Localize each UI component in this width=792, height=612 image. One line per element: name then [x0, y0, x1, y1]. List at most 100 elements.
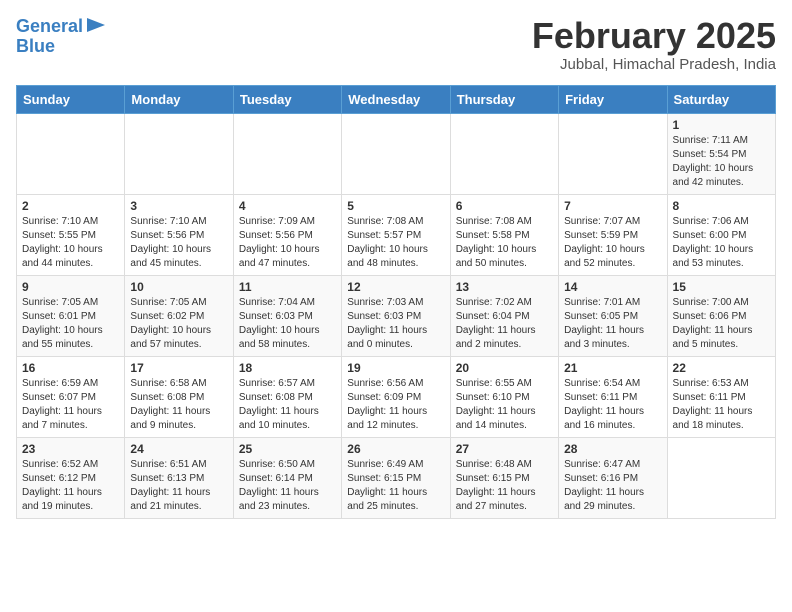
calendar-header-row: SundayMondayTuesdayWednesdayThursdayFrid…	[17, 85, 776, 113]
day-info: Sunrise: 7:10 AM Sunset: 5:56 PM Dayligh…	[130, 215, 227, 271]
calendar-week-row: 2 Sunrise: 7:10 AM Sunset: 5:55 PM Daylig…	[17, 194, 776, 275]
calendar-cell: 8 Sunrise: 7:06 AM Sunset: 6:00 PM Daylig…	[667, 194, 775, 275]
day-info: Sunrise: 6:59 AM Sunset: 6:07 PM Dayligh…	[22, 377, 119, 433]
day-number: 18	[239, 361, 336, 375]
day-info: Sunrise: 6:54 AM Sunset: 6:11 PM Dayligh…	[564, 377, 661, 433]
day-number: 16	[22, 361, 119, 375]
day-number: 24	[130, 442, 227, 456]
calendar-day-header: Tuesday	[233, 85, 341, 113]
calendar-cell: 26 Sunrise: 6:49 AM Sunset: 6:15 PM Dayli…	[342, 437, 450, 518]
calendar-cell: 4 Sunrise: 7:09 AM Sunset: 5:56 PM Daylig…	[233, 194, 341, 275]
calendar-cell: 16 Sunrise: 6:59 AM Sunset: 6:07 PM Dayli…	[17, 356, 125, 437]
day-info: Sunrise: 7:02 AM Sunset: 6:04 PM Dayligh…	[456, 296, 553, 352]
calendar-week-row: 9 Sunrise: 7:05 AM Sunset: 6:01 PM Daylig…	[17, 275, 776, 356]
calendar-week-row: 23 Sunrise: 6:52 AM Sunset: 6:12 PM Dayli…	[17, 437, 776, 518]
day-info: Sunrise: 7:09 AM Sunset: 5:56 PM Dayligh…	[239, 215, 336, 271]
calendar-cell: 23 Sunrise: 6:52 AM Sunset: 6:12 PM Dayli…	[17, 437, 125, 518]
calendar-cell	[559, 113, 667, 194]
calendar-cell	[125, 113, 233, 194]
calendar-cell: 28 Sunrise: 6:47 AM Sunset: 6:16 PM Dayli…	[559, 437, 667, 518]
calendar-cell: 15Sunrise: 7:00 AM Sunset: 6:06 PM Dayli…	[667, 275, 775, 356]
calendar-cell: 11 Sunrise: 7:04 AM Sunset: 6:03 PM Dayli…	[233, 275, 341, 356]
calendar-cell: 14 Sunrise: 7:01 AM Sunset: 6:05 PM Dayli…	[559, 275, 667, 356]
day-number: 8	[673, 199, 770, 213]
calendar-day-header: Friday	[559, 85, 667, 113]
day-number: 20	[456, 361, 553, 375]
calendar-day-header: Monday	[125, 85, 233, 113]
day-info: Sunrise: 7:07 AM Sunset: 5:59 PM Dayligh…	[564, 215, 661, 271]
day-number: 21	[564, 361, 661, 375]
day-number: 12	[347, 280, 444, 294]
month-title: February 2025	[532, 16, 776, 56]
calendar-cell: 22Sunrise: 6:53 AM Sunset: 6:11 PM Dayli…	[667, 356, 775, 437]
day-number: 22	[673, 361, 770, 375]
day-number: 26	[347, 442, 444, 456]
day-info: Sunrise: 7:08 AM Sunset: 5:57 PM Dayligh…	[347, 215, 444, 271]
logo-text-line1: General	[16, 17, 83, 37]
calendar-cell	[450, 113, 558, 194]
calendar-cell: 12 Sunrise: 7:03 AM Sunset: 6:03 PM Dayli…	[342, 275, 450, 356]
calendar-cell: 7Sunrise: 7:07 AM Sunset: 5:59 PM Daylig…	[559, 194, 667, 275]
calendar-cell: 18 Sunrise: 6:57 AM Sunset: 6:08 PM Dayli…	[233, 356, 341, 437]
calendar-day-header: Wednesday	[342, 85, 450, 113]
day-info: Sunrise: 6:58 AM Sunset: 6:08 PM Dayligh…	[130, 377, 227, 433]
calendar-day-header: Thursday	[450, 85, 558, 113]
title-block: February 2025 Jubbal, Himachal Pradesh, …	[532, 16, 776, 73]
calendar-cell: 9 Sunrise: 7:05 AM Sunset: 6:01 PM Daylig…	[17, 275, 125, 356]
day-info: Sunrise: 6:48 AM Sunset: 6:15 PM Dayligh…	[456, 458, 553, 514]
day-info: Sunrise: 6:49 AM Sunset: 6:15 PM Dayligh…	[347, 458, 444, 514]
page-header: General Blue February 2025 Jubbal, Himac…	[16, 16, 776, 73]
calendar-cell: 24 Sunrise: 6:51 AM Sunset: 6:13 PM Dayli…	[125, 437, 233, 518]
calendar-cell: 2 Sunrise: 7:10 AM Sunset: 5:55 PM Daylig…	[17, 194, 125, 275]
calendar-table: SundayMondayTuesdayWednesdayThursdayFrid…	[16, 85, 776, 519]
day-info: Sunrise: 7:06 AM Sunset: 6:00 PM Dayligh…	[673, 215, 770, 271]
day-info: Sunrise: 6:52 AM Sunset: 6:12 PM Dayligh…	[22, 458, 119, 514]
logo: General Blue	[16, 16, 105, 57]
calendar-cell	[17, 113, 125, 194]
day-number: 27	[456, 442, 553, 456]
day-number: 13	[456, 280, 553, 294]
logo-arrow-icon	[87, 18, 105, 32]
calendar-cell: 27 Sunrise: 6:48 AM Sunset: 6:15 PM Dayli…	[450, 437, 558, 518]
calendar-cell: 20 Sunrise: 6:55 AM Sunset: 6:10 PM Dayli…	[450, 356, 558, 437]
day-info: Sunrise: 7:04 AM Sunset: 6:03 PM Dayligh…	[239, 296, 336, 352]
day-info: Sunrise: 6:47 AM Sunset: 6:16 PM Dayligh…	[564, 458, 661, 514]
calendar-cell: 21 Sunrise: 6:54 AM Sunset: 6:11 PM Dayli…	[559, 356, 667, 437]
day-number: 3	[130, 199, 227, 213]
day-number: 28	[564, 442, 661, 456]
day-info: Sunrise: 6:51 AM Sunset: 6:13 PM Dayligh…	[130, 458, 227, 514]
day-info: Sunrise: 7:05 AM Sunset: 6:01 PM Dayligh…	[22, 296, 119, 352]
day-number: 5	[347, 199, 444, 213]
calendar-day-header: Sunday	[17, 85, 125, 113]
calendar-cell: 17 Sunrise: 6:58 AM Sunset: 6:08 PM Dayli…	[125, 356, 233, 437]
day-info: Sunrise: 7:01 AM Sunset: 6:05 PM Dayligh…	[564, 296, 661, 352]
calendar-week-row: 16 Sunrise: 6:59 AM Sunset: 6:07 PM Dayli…	[17, 356, 776, 437]
day-number: 19	[347, 361, 444, 375]
day-number: 9	[22, 280, 119, 294]
day-number: 23	[22, 442, 119, 456]
day-info: Sunrise: 6:56 AM Sunset: 6:09 PM Dayligh…	[347, 377, 444, 433]
day-number: 2	[22, 199, 119, 213]
day-number: 4	[239, 199, 336, 213]
calendar-cell: 5 Sunrise: 7:08 AM Sunset: 5:57 PM Daylig…	[342, 194, 450, 275]
calendar-cell: 13 Sunrise: 7:02 AM Sunset: 6:04 PM Dayli…	[450, 275, 558, 356]
calendar-cell	[342, 113, 450, 194]
day-info: Sunrise: 7:03 AM Sunset: 6:03 PM Dayligh…	[347, 296, 444, 352]
day-number: 6	[456, 199, 553, 213]
day-number: 1	[673, 118, 770, 132]
calendar-week-row: 1Sunrise: 7:11 AM Sunset: 5:54 PM Daylig…	[17, 113, 776, 194]
calendar-cell: 3 Sunrise: 7:10 AM Sunset: 5:56 PM Daylig…	[125, 194, 233, 275]
day-number: 17	[130, 361, 227, 375]
calendar-cell: 1Sunrise: 7:11 AM Sunset: 5:54 PM Daylig…	[667, 113, 775, 194]
calendar-cell	[667, 437, 775, 518]
day-info: Sunrise: 6:57 AM Sunset: 6:08 PM Dayligh…	[239, 377, 336, 433]
day-number: 14	[564, 280, 661, 294]
location: Jubbal, Himachal Pradesh, India	[532, 56, 776, 73]
day-info: Sunrise: 6:55 AM Sunset: 6:10 PM Dayligh…	[456, 377, 553, 433]
day-number: 11	[239, 280, 336, 294]
day-number: 10	[130, 280, 227, 294]
calendar-cell: 19 Sunrise: 6:56 AM Sunset: 6:09 PM Dayli…	[342, 356, 450, 437]
day-number: 15	[673, 280, 770, 294]
calendar-day-header: Saturday	[667, 85, 775, 113]
day-info: Sunrise: 7:10 AM Sunset: 5:55 PM Dayligh…	[22, 215, 119, 271]
